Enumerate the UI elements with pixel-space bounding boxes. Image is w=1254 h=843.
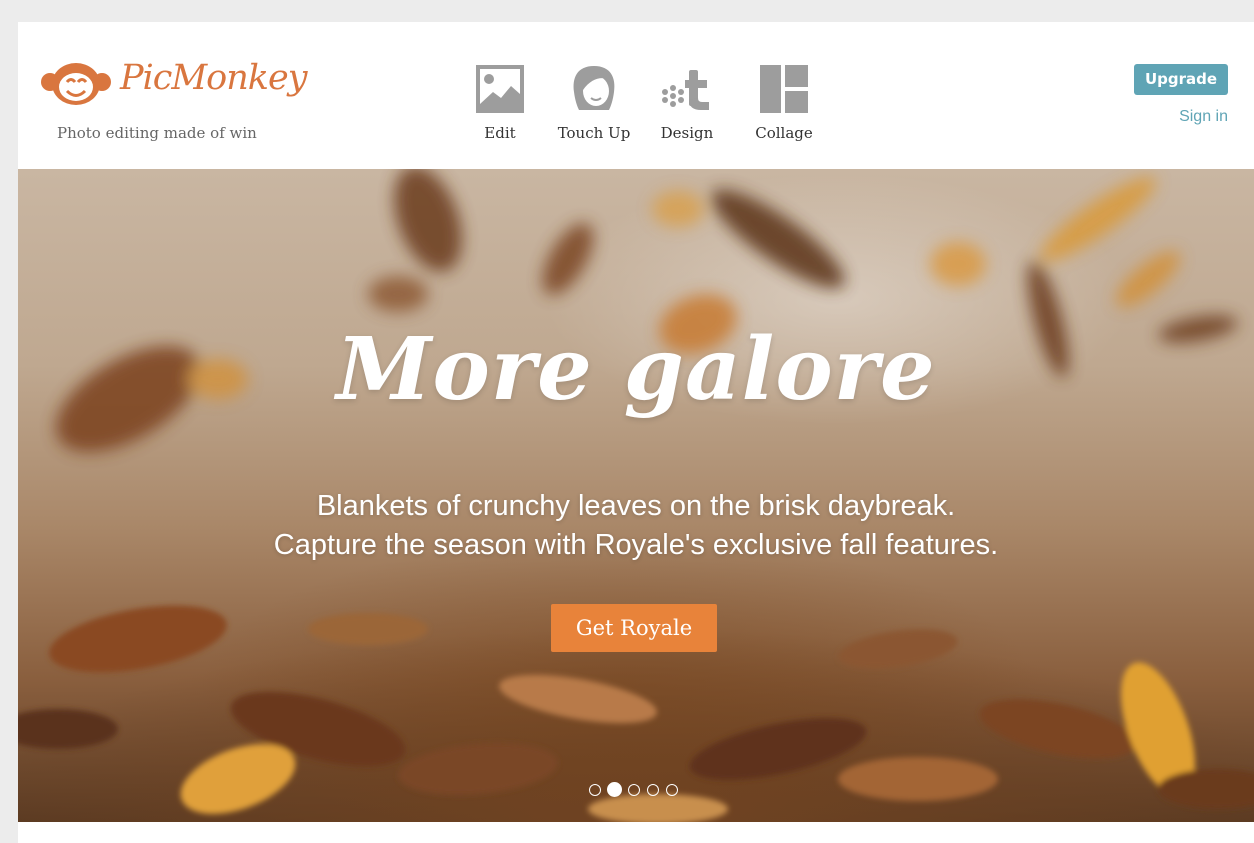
nav-label-touch-up: Touch Up <box>557 124 631 142</box>
page: PicMonkey Photo editing made of win Edit <box>18 22 1254 843</box>
hero-headline: More galore <box>336 319 936 420</box>
brand-name: PicMonkey <box>120 58 307 98</box>
nav-label-edit: Edit <box>484 124 516 142</box>
hero-subline-2: Capture the season with Royale's exclusi… <box>273 529 999 561</box>
nav-label-collage: Collage <box>755 124 813 142</box>
nav-item-design[interactable]: Design <box>642 64 732 149</box>
upgrade-button[interactable]: Upgrade <box>1134 64 1228 95</box>
site-header: PicMonkey Photo editing made of win Edit <box>18 22 1254 169</box>
picmonkey-logo[interactable]: PicMonkey Photo editing made of win <box>40 58 307 148</box>
slide-dot-4[interactable] <box>647 784 659 796</box>
slide-dot-3[interactable] <box>628 784 640 796</box>
get-royale-button[interactable]: Get Royale <box>551 604 717 652</box>
collage-icon <box>760 65 808 113</box>
nav-item-touch-up[interactable]: Touch Up <box>549 64 639 149</box>
hero-subline: Blankets of crunchy leaves on the brisk … <box>18 487 1254 565</box>
nav-item-edit[interactable]: Edit <box>455 64 545 149</box>
nav-label-design: Design <box>660 124 714 142</box>
face-icon <box>573 66 615 110</box>
sign-in-link[interactable]: Sign in <box>1179 108 1228 126</box>
slide-dot-5[interactable] <box>666 784 678 796</box>
hero-subline-1: Blankets of crunchy leaves on the brisk … <box>316 490 956 522</box>
hero-banner: More galore Blankets of crunchy leaves o… <box>18 169 1254 822</box>
image-icon <box>476 65 524 113</box>
design-icon <box>662 70 709 110</box>
nav-item-collage[interactable]: Collage <box>739 64 829 149</box>
monkey-logo-icon <box>41 63 111 105</box>
brand-tagline: Photo editing made of win <box>57 124 257 142</box>
slide-dot-1[interactable] <box>589 784 601 796</box>
slide-dot-2[interactable] <box>607 782 622 797</box>
